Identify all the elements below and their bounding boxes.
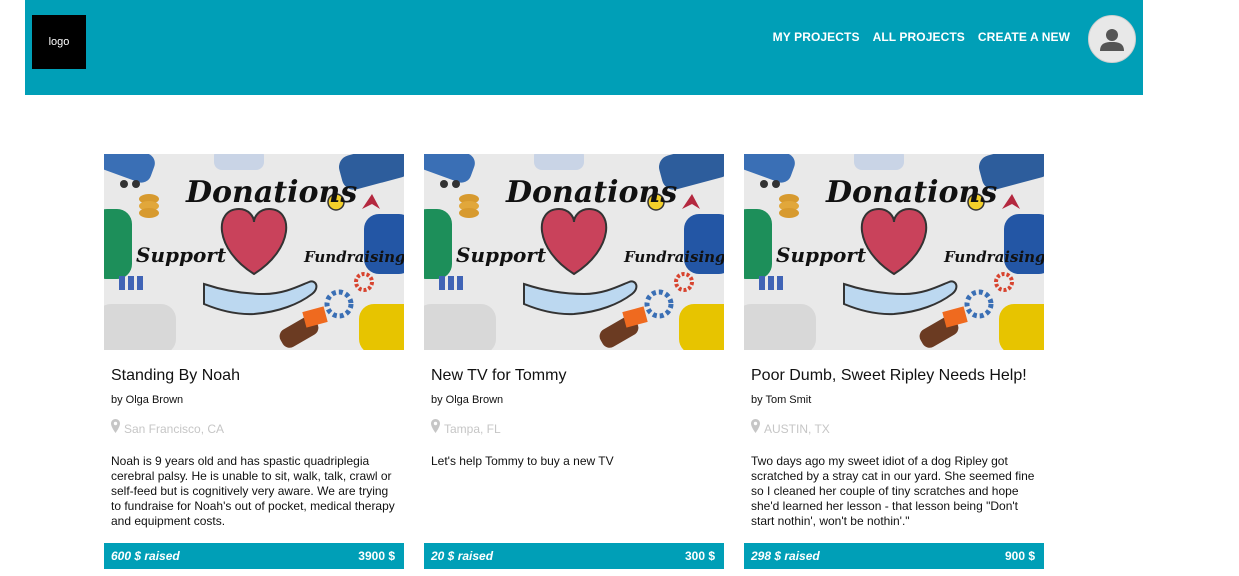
map-pin-icon: [431, 419, 440, 433]
image-text-fundraising: Fundraising: [303, 248, 404, 266]
image-text-support: Support: [136, 243, 227, 267]
project-card[interactable]: Donations Support Fundraising New TV for…: [424, 154, 724, 570]
card-title[interactable]: New TV for Tommy: [431, 367, 566, 385]
card-location-text: Tampa, FL: [444, 422, 501, 436]
top-header: logo MY PROJECTS ALL PROJECTS CREATE A N…: [25, 0, 1143, 95]
raised-amount: 600 $ raised: [111, 549, 180, 563]
goal-amount: 3900 $: [358, 549, 395, 563]
raised-amount: 298 $ raised: [751, 549, 820, 563]
nav-create-new[interactable]: CREATE A NEW: [978, 30, 1070, 44]
image-text-support: Support: [776, 243, 867, 267]
project-image[interactable]: Donations Support Fundraising: [104, 154, 404, 350]
image-text-donations: Donations: [505, 175, 677, 210]
image-text-donations: Donations: [825, 175, 997, 210]
card-description: Two days ago my sweet idiot of a dog Rip…: [751, 454, 1035, 528]
card-location: San Francisco, CA: [111, 419, 225, 436]
logo[interactable]: logo: [32, 15, 86, 69]
nav-all-projects[interactable]: ALL PROJECTS: [873, 30, 965, 44]
project-image[interactable]: Donations Support Fundraising: [744, 154, 1044, 350]
user-avatar[interactable]: [1088, 15, 1136, 63]
project-card[interactable]: Donations Support Fundraising Standing B…: [104, 154, 404, 570]
image-text-fundraising: Fundraising: [943, 248, 1044, 266]
project-image[interactable]: Donations Support Fundraising: [424, 154, 724, 350]
image-text-donations: Donations: [185, 175, 357, 210]
card-title[interactable]: Standing By Noah: [111, 367, 240, 385]
card-author: by Tom Smit: [751, 394, 812, 406]
project-card[interactable]: Donations Support Fundraising Poor Dumb,…: [744, 154, 1044, 570]
card-location-text: AUSTIN, TX: [764, 422, 830, 436]
nav-my-projects[interactable]: MY PROJECTS: [773, 30, 860, 44]
map-pin-icon: [111, 419, 120, 433]
card-location-text: San Francisco, CA: [124, 422, 225, 436]
card-author: by Olga Brown: [431, 394, 504, 406]
map-pin-icon: [751, 419, 760, 433]
card-footer: 20 $ raised 300 $: [424, 543, 724, 569]
goal-amount: 300 $: [684, 549, 715, 563]
main-nav: MY PROJECTS ALL PROJECTS CREATE A NEW: [773, 30, 1070, 44]
card-author: by Olga Brown: [111, 394, 184, 406]
image-text-fundraising: Fundraising: [623, 248, 724, 266]
card-footer: 600 $ raised 3900 $: [104, 543, 404, 569]
raised-amount: 20 $ raised: [431, 549, 494, 563]
card-title[interactable]: Poor Dumb, Sweet Ripley Needs Help!: [751, 367, 1027, 385]
goal-amount: 900 $: [1004, 549, 1035, 563]
image-text-support: Support: [456, 243, 547, 267]
card-location: AUSTIN, TX: [751, 419, 830, 436]
card-description: Noah is 9 years old and has spastic quad…: [111, 454, 395, 528]
user-avatar-icon: [1100, 29, 1124, 51]
card-location: Tampa, FL: [431, 419, 501, 436]
card-footer: 298 $ raised 900 $: [744, 543, 1044, 569]
card-description: Let's help Tommy to buy a new TV: [431, 454, 614, 468]
